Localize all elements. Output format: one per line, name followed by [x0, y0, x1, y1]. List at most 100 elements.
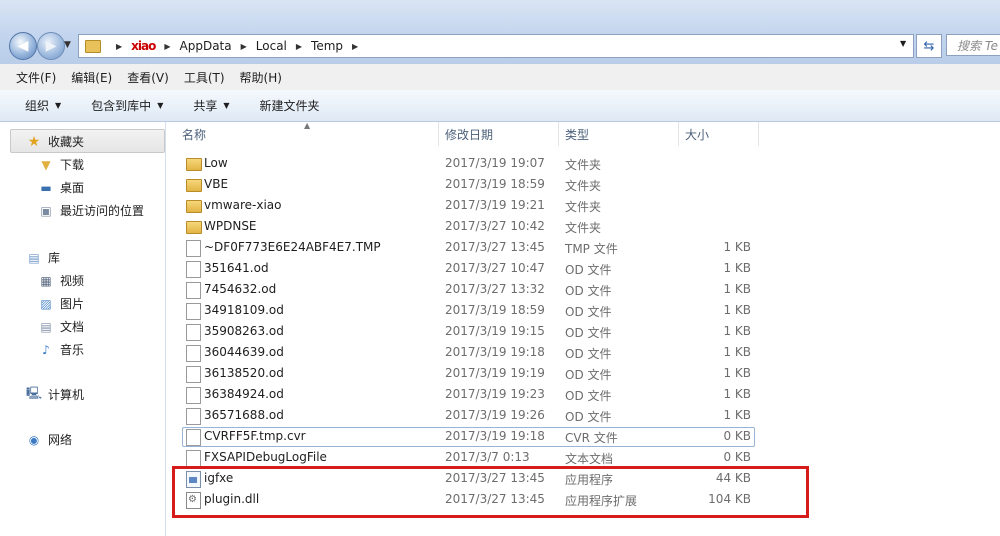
nav-item[interactable]: ▨ 图片: [38, 295, 84, 312]
breadcrumb-item[interactable]: Temp: [311, 39, 343, 53]
nav-computer[interactable]: 🖳 计算机: [26, 386, 84, 403]
address-bar[interactable]: ▶ xiao ▶ AppData ▶ Local ▶ Temp ▶: [78, 34, 914, 58]
column-header-name[interactable]: 名称: [166, 122, 439, 146]
file-row[interactable]: 36044639.od 2017/3/19 19:18 OD 文件 1 KB: [166, 342, 1000, 363]
file-row[interactable]: vmware-xiao 2017/3/19 19:21 文件夹: [166, 195, 1000, 216]
file-size: 1 KB: [723, 366, 751, 380]
file-type: 文件夹: [565, 158, 602, 172]
file-type: 文件夹: [565, 179, 602, 193]
navigation-pane: ★ 收藏夹 ▼ 下载 ▬ 桌面 ▣ 最近访问的位置 ▤ 库 ▦ 视频 ▨ 图片 ▤ 文档 ♪ 音乐 🖳 …: [0, 122, 166, 536]
file-name: ~DF0F773E6E24ABF4E7.TMP: [204, 240, 381, 254]
file-type: OD 文件: [565, 410, 612, 424]
music-icon: ♪: [42, 342, 50, 357]
file-size: 1 KB: [723, 408, 751, 422]
file-size: 1 KB: [723, 303, 751, 317]
breadcrumb-item[interactable]: xiao: [131, 39, 156, 53]
file-name: 36384924.od: [204, 387, 284, 401]
file-row[interactable]: 351641.od 2017/3/27 10:47 OD 文件 1 KB: [166, 258, 1000, 279]
file-type: OD 文件: [565, 326, 612, 340]
command-button[interactable]: 组织 ▼: [25, 97, 61, 114]
menu-item[interactable]: 帮助(H): [240, 69, 282, 86]
file-type: OD 文件: [565, 389, 612, 403]
file-type: OD 文件: [565, 305, 612, 319]
breadcrumb-item[interactable]: Local: [256, 39, 287, 53]
nav-item[interactable]: ▬ 桌面: [38, 179, 84, 196]
chevron-right-icon[interactable]: ▶: [296, 42, 302, 51]
file-type: OD 文件: [565, 368, 612, 382]
file-name: FXSAPIDebugLogFile: [204, 450, 327, 464]
file-row[interactable]: 7454632.od 2017/3/27 13:32 OD 文件 1 KB: [166, 279, 1000, 300]
file-date: 2017/3/19 19:26: [445, 408, 545, 422]
breadcrumb-item[interactable]: AppData: [180, 39, 232, 53]
file-row[interactable]: Low 2017/3/19 19:07 文件夹: [166, 153, 1000, 174]
file-row[interactable]: 36138520.od 2017/3/19 19:19 OD 文件 1 KB: [166, 363, 1000, 384]
file-name: VBE: [204, 177, 229, 191]
column-header-type[interactable]: 类型: [559, 122, 679, 146]
file-type: 文本文档: [565, 452, 614, 466]
address-bar-area: ◀ ▶ ▼ ▶ xiao ▶ AppData ▶ Local ▶ Temp ▶ ⇆ 搜索 Te…: [0, 0, 1000, 64]
search-input[interactable]: 搜索 Te: [946, 34, 1000, 56]
command-button[interactable]: 新建文件夹: [260, 97, 320, 114]
file-row[interactable]: FXSAPIDebugLogFile 2017/3/7 0:13 文本文档 0 KB: [166, 447, 1000, 468]
chevron-right-icon[interactable]: ▶: [352, 42, 358, 51]
file-size: 0 KB: [723, 429, 751, 443]
recent-places-icon: ▣: [40, 203, 52, 218]
file-row[interactable]: VBE 2017/3/19 18:59 文件夹: [166, 174, 1000, 195]
file-row[interactable]: 35908263.od 2017/3/19 19:15 OD 文件 1 KB: [166, 321, 1000, 342]
refresh-button[interactable]: ⇆: [916, 34, 942, 58]
file-icon: [186, 240, 201, 257]
file-date: 2017/3/19 19:07: [445, 156, 545, 170]
column-header-date[interactable]: 修改日期: [439, 122, 559, 146]
chevron-right-icon[interactable]: ▶: [116, 42, 122, 51]
file-icon: [186, 387, 201, 404]
address-dropdown-icon[interactable]: ▼: [900, 39, 906, 48]
column-header-size[interactable]: 大小: [679, 122, 759, 146]
file-row[interactable]: CVRFF5F.tmp.cvr 2017/3/19 19:18 CVR 文件 0 KB: [166, 426, 1000, 447]
file-name: 36138520.od: [204, 366, 284, 380]
folder-icon: [85, 39, 101, 53]
command-button[interactable]: 包含到库中 ▼: [91, 97, 163, 114]
forward-button[interactable]: ▶: [37, 32, 65, 60]
desktop-icon: ▬: [40, 180, 52, 195]
nav-favorites[interactable]: ★ 收藏夹: [26, 133, 84, 150]
file-row[interactable]: WPDNSE 2017/3/27 10:42 文件夹: [166, 216, 1000, 237]
file-type: TMP 文件: [565, 242, 618, 256]
library-icon: ▤: [28, 250, 40, 265]
file-size: 1 KB: [723, 240, 751, 254]
file-icon: [186, 408, 201, 425]
menu-item[interactable]: 工具(T): [184, 69, 225, 86]
menu-item[interactable]: 文件(F): [16, 69, 56, 86]
file-icon: [186, 303, 201, 320]
file-icon: [186, 282, 201, 299]
command-button[interactable]: 共享 ▼: [193, 97, 229, 114]
file-row[interactable]: ~DF0F773E6E24ABF4E7.TMP 2017/3/27 13:45 TM…: [166, 237, 1000, 258]
nav-item[interactable]: ▣ 最近访问的位置: [38, 202, 144, 219]
pictures-icon: ▨: [40, 296, 52, 311]
file-date: 2017/3/19 18:59: [445, 177, 545, 191]
nav-item[interactable]: ▤ 文档: [38, 318, 84, 335]
file-name: 35908263.od: [204, 324, 284, 338]
menu-item[interactable]: 编辑(E): [71, 69, 112, 86]
menu-item[interactable]: 查看(V): [127, 69, 169, 86]
file-icon: [186, 450, 201, 467]
recent-pages-dropdown[interactable]: ▼: [64, 40, 71, 50]
documents-icon: ▤: [40, 319, 52, 334]
nav-item[interactable]: ▼ 下载: [38, 156, 84, 173]
chevron-right-icon[interactable]: ▶: [241, 42, 247, 51]
nav-item[interactable]: ♪ 音乐: [38, 341, 84, 358]
nav-libraries[interactable]: ▤ 库: [26, 249, 60, 266]
red-highlight-box: [172, 466, 809, 518]
file-row[interactable]: 36384924.od 2017/3/19 19:23 OD 文件 1 KB: [166, 384, 1000, 405]
chevron-right-icon[interactable]: ▶: [164, 42, 170, 51]
nav-network[interactable]: ◉ 网络: [26, 431, 72, 448]
dropdown-arrow-icon: ▼: [223, 101, 230, 110]
file-row[interactable]: 36571688.od 2017/3/19 19:26 OD 文件 1 KB: [166, 405, 1000, 426]
file-type: 文件夹: [565, 221, 602, 235]
file-icon: [186, 366, 201, 383]
back-button[interactable]: ◀: [9, 32, 37, 60]
file-name: CVRFF5F.tmp.cvr: [204, 429, 306, 443]
file-row[interactable]: 34918109.od 2017/3/19 18:59 OD 文件 1 KB: [166, 300, 1000, 321]
nav-item[interactable]: ▦ 视频: [38, 272, 84, 289]
folder-icon: [186, 179, 202, 192]
file-name: Low: [204, 156, 228, 170]
